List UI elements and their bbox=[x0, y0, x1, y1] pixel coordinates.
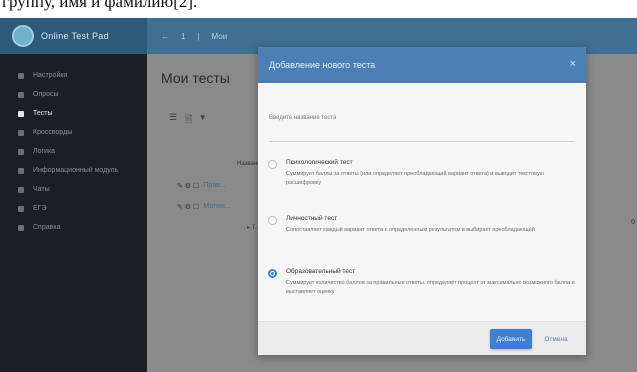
dialog-title: Добавление нового теста bbox=[269, 60, 376, 70]
sidebar-item-ege[interactable]: ЕГЭ bbox=[0, 199, 147, 218]
list-toolbar: ☰ 🗎 ▾ bbox=[169, 112, 205, 128]
page-title: Мои тесты bbox=[161, 70, 230, 86]
file-icon[interactable]: 🗎 bbox=[185, 112, 192, 128]
info-icon bbox=[18, 167, 24, 174]
close-icon[interactable]: × bbox=[570, 57, 576, 71]
cancel-button[interactable]: Отмена bbox=[538, 329, 574, 349]
test-link[interactable]: Прав... bbox=[203, 182, 225, 190]
radio-button[interactable] bbox=[268, 216, 277, 225]
add-test-dialog: Добавление нового теста × Введите назван… bbox=[258, 47, 586, 355]
option-description: Сопоставляет каждый вариант ответа с опр… bbox=[286, 227, 535, 233]
document-caption: группу, имя и фамилию[2]. bbox=[0, 0, 637, 18]
list-view-icon[interactable]: ☰ bbox=[169, 112, 177, 128]
help-icon bbox=[18, 224, 24, 231]
sidebar-item-label: Чаты bbox=[33, 186, 50, 193]
sidebar-item-label: Тесты bbox=[33, 110, 53, 117]
sidebar-item-label: Настройки bbox=[33, 72, 68, 79]
row-action-icons[interactable]: ✎ ⚙ ☐ bbox=[177, 203, 199, 211]
dialog-footer: Добавить Отмена bbox=[258, 321, 586, 355]
topbar-link[interactable]: Мои bbox=[212, 32, 228, 41]
sidebar-item-settings[interactable]: Настройки bbox=[0, 66, 147, 85]
dialog-header: Добавление нового теста × bbox=[258, 47, 586, 83]
puzzle-icon bbox=[18, 148, 24, 155]
sidebar-item-label: Опросы bbox=[33, 91, 59, 98]
exam-icon bbox=[18, 205, 24, 212]
sidebar-item-label: Логика bbox=[33, 148, 56, 155]
sidebar-item-crosswords[interactable]: Кроссворды bbox=[0, 123, 147, 142]
chat-icon bbox=[18, 186, 24, 193]
sidebar-item-tests[interactable]: Тесты bbox=[0, 104, 147, 123]
test-name-input[interactable] bbox=[269, 125, 574, 142]
topbar-separator: | bbox=[197, 31, 200, 41]
sidebar-item-label: Справка bbox=[33, 224, 61, 231]
sidebar-item-logic[interactable]: Логика bbox=[0, 142, 147, 161]
poll-icon bbox=[18, 91, 24, 98]
sidebar-item-chats[interactable]: Чаты bbox=[0, 180, 147, 199]
count-value: 0 bbox=[631, 219, 635, 226]
test-name-label: Введите название теста bbox=[269, 115, 337, 121]
test-link[interactable]: Матем... bbox=[203, 203, 230, 211]
brand[interactable]: Online Test Pad bbox=[0, 18, 147, 54]
option-title: Образовательный тест bbox=[286, 268, 356, 275]
radio-button-selected[interactable] bbox=[268, 269, 277, 278]
caption-text: группу, имя и фамилию[2]. bbox=[2, 0, 198, 11]
option-description: Суммирует количество баллов за правильны… bbox=[286, 280, 575, 295]
sidebar-item-help[interactable]: Справка bbox=[0, 218, 147, 237]
sidebar-item-info-module[interactable]: Информационный модуль bbox=[0, 161, 147, 180]
row-action-icons[interactable]: ✎ ⚙ ☐ bbox=[177, 182, 199, 190]
sidebar-item-label: ЕГЭ bbox=[33, 205, 47, 212]
screen: группу, имя и фамилию[2]. Online Test Pa… bbox=[0, 0, 637, 372]
app-window: Online Test Pad Настройки Опросы Тесты К… bbox=[0, 18, 637, 372]
add-button[interactable]: Добавить bbox=[490, 329, 532, 349]
table-row[interactable]: ✎ ⚙ ☐ Прав... bbox=[177, 182, 226, 190]
sidebar: Online Test Pad Настройки Опросы Тесты К… bbox=[0, 18, 147, 372]
brand-name: Online Test Pad bbox=[41, 31, 109, 41]
logo-icon bbox=[12, 25, 34, 47]
sidebar-item-label: Информационный модуль bbox=[33, 167, 119, 174]
table-row[interactable]: ✎ ⚙ ☐ Матем... bbox=[177, 203, 231, 211]
option-description: Суммирует баллы за ответы (или определяе… bbox=[286, 171, 544, 186]
chevron-down-icon[interactable]: ▾ bbox=[200, 112, 205, 128]
option-title: Психологический тест bbox=[286, 159, 353, 166]
sidebar-item-label: Кроссворды bbox=[33, 129, 73, 136]
sidebar-nav: Настройки Опросы Тесты Кроссворды Логика bbox=[0, 66, 147, 237]
back-icon[interactable]: ← bbox=[161, 32, 169, 41]
settings-icon bbox=[18, 72, 24, 79]
option-title: Личностный тест bbox=[286, 215, 338, 222]
radio-button[interactable] bbox=[268, 160, 277, 169]
grid-icon bbox=[18, 129, 24, 136]
sidebar-item-polls[interactable]: Опросы bbox=[0, 85, 147, 104]
document-icon bbox=[18, 110, 24, 117]
topbar-counter[interactable]: 1 bbox=[181, 32, 185, 41]
